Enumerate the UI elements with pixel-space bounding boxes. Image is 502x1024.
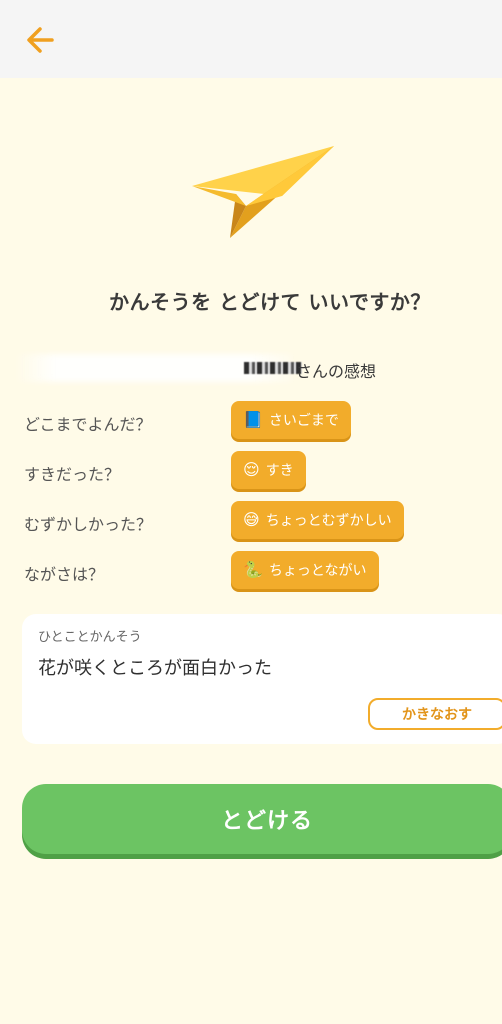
rewrite-button[interactable]: かきなおす [368, 698, 502, 730]
comment-text: 花が咲くところが面白かった [38, 658, 272, 679]
qa-label: ながさは？ [24, 565, 105, 584]
comment-heading: ひとことかんそう [38, 630, 142, 645]
qa-label: むずかしかった？ [24, 515, 153, 534]
arrow-left-icon [27, 27, 54, 53]
back-button[interactable] [22, 22, 62, 58]
answer-chip-difficulty: 😅 ちょっとむずかしい [231, 501, 404, 539]
smile-face-icon: 😌 [243, 460, 260, 479]
comment-card: ひとことかんそう 花が咲くところが面白かった かきなおす [22, 614, 502, 744]
confirm-question: かんそうを とどけて いいですか？ [109, 290, 431, 314]
answer-value: ちょっとむずかしい [265, 513, 392, 529]
answer-value: ちょっとながい [268, 563, 367, 579]
qa-row-like: すきだった？ 😌 すき [24, 451, 494, 491]
paper-plane-icon [192, 146, 334, 238]
answer-chip-progress: 📘 さいごまで [231, 401, 351, 439]
qa-label: どこまでよんだ？ [24, 415, 152, 434]
book-icon: 📘 [243, 410, 263, 429]
reviewer-row: さんの感想 [14, 352, 434, 384]
send-button[interactable]: とどける [22, 784, 502, 854]
sweat-smile-icon: 😅 [243, 510, 260, 529]
qa-row-progress: どこまでよんだ？ 📘 さいごまで [24, 401, 494, 441]
answer-chip-like: 😌 すき [231, 451, 306, 489]
answer-value: さいごまで [268, 413, 339, 429]
answer-value: すき [265, 463, 294, 479]
reviewer-suffix: さんの感想 [296, 362, 377, 381]
qa-label: すきだった？ [24, 465, 121, 484]
answer-chip-length: 🐍 ちょっとながい [231, 551, 379, 589]
snake-icon: 🐍 [243, 560, 263, 579]
qa-row-length: ながさは？ 🐍 ちょっとながい [24, 551, 494, 591]
reviewer-name-mosaic [244, 362, 302, 374]
qa-row-difficulty: むずかしかった？ 😅 ちょっとむずかしい [24, 501, 494, 541]
top-bar [0, 0, 502, 78]
